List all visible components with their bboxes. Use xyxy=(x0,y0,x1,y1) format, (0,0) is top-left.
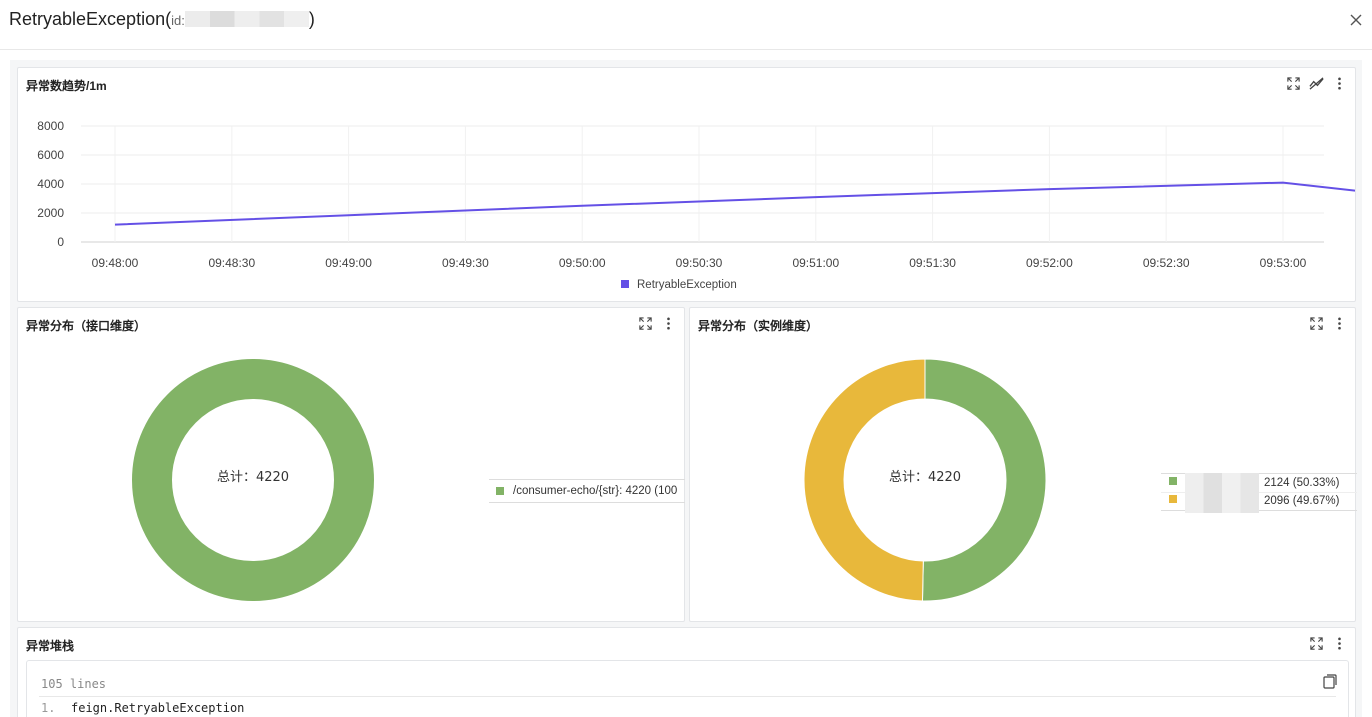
legend-table: /consumer-echo/{str}: 4220 (100 xyxy=(489,479,685,503)
expand-icon[interactable] xyxy=(1309,636,1324,651)
instance-donut-chart: 总计：4220 xyxy=(803,358,1047,602)
legend-swatch xyxy=(1169,495,1177,503)
x-tick-label: 09:50:00 xyxy=(559,256,606,270)
legend-table: 2124 (50.33%) 2096 (49.67%) xyxy=(1161,473,1357,513)
stack-trace-panel: 异常堆栈 105 lines 1. feign.RetryableExceptio… xyxy=(17,627,1356,717)
panel-title: 异常堆栈 xyxy=(26,639,75,653)
x-tick-label: 09:51:00 xyxy=(792,256,839,270)
legend-swatch xyxy=(1169,477,1177,485)
close-icon[interactable] xyxy=(1348,12,1364,28)
y-tick-label: 0 xyxy=(57,235,64,249)
interface-donut-chart: 总计：4220 xyxy=(132,359,374,601)
donut-total-label: 总计：4220 xyxy=(889,470,961,485)
x-tick-label: 09:48:00 xyxy=(92,256,139,270)
x-tick-label: 09:49:30 xyxy=(442,256,489,270)
line-count: 105 lines xyxy=(41,677,107,691)
copy-icon[interactable] xyxy=(1322,673,1338,689)
legend-label: RetryableException xyxy=(637,279,737,291)
legend-item[interactable]: /consumer-echo/{str}: 4220 (100 xyxy=(496,485,677,497)
x-tick-label: 09:53:00 xyxy=(1260,256,1307,270)
dialog-title: RetryableException(id:) xyxy=(9,9,315,29)
legend-swatch xyxy=(621,280,629,288)
x-tick-label: 09:51:30 xyxy=(909,256,956,270)
panel-toolbar xyxy=(1309,636,1347,651)
x-tick-label: 09:49:00 xyxy=(325,256,372,270)
legend-value: 2124 (50.33%) xyxy=(1264,477,1340,489)
id-label: id: xyxy=(171,13,185,28)
y-tick-label: 2000 xyxy=(37,206,64,220)
x-tick-label: 09:48:30 xyxy=(208,256,255,270)
series-line-retryableexception xyxy=(114,181,1355,226)
redacted-id xyxy=(184,11,309,27)
x-tick-label: 09:52:00 xyxy=(1026,256,1073,270)
legend-value: 2096 (49.67%) xyxy=(1264,495,1340,507)
line-number: 1. xyxy=(41,701,56,715)
y-tick-label: 8000 xyxy=(37,119,64,133)
y-tick-label: 6000 xyxy=(37,148,64,162)
stack-trace-code: 105 lines 1. feign.RetryableException xyxy=(26,660,1349,717)
exception-name: RetryableException xyxy=(9,9,166,29)
code-line: 1. feign.RetryableException xyxy=(41,701,244,715)
legend-item[interactable] xyxy=(1169,477,1186,485)
more-vertical-icon[interactable] xyxy=(1332,636,1347,651)
legend-label: /consumer-echo/{str}: 4220 (100 xyxy=(513,485,678,497)
x-tick-label: 09:52:30 xyxy=(1143,256,1190,270)
donut-total-label: 总计：4220 xyxy=(217,470,289,485)
instance-distribution-panel: 异常分布（实例维度） 总计：4220 2124 (50.33%) 2096 (4… xyxy=(689,307,1357,622)
interface-distribution-panel: 异常分布（接口维度） 总计：4220 /consumer-echo/{str}:… xyxy=(17,307,685,622)
redacted-instance-names xyxy=(1185,473,1259,513)
dashboard-content: 异常数趋势/1m 0 2000 4000 6000 8000 09:48:00 09:48… xyxy=(10,60,1362,717)
line-text: feign.RetryableException xyxy=(71,701,245,715)
y-tick-label: 4000 xyxy=(37,177,64,191)
trend-line-chart: 0 2000 4000 6000 8000 09:48:00 09:48:30 09:49:… xyxy=(37,119,1355,291)
legend-swatch xyxy=(496,487,504,495)
divider xyxy=(39,696,1336,697)
trend-panel: 异常数趋势/1m 0 2000 4000 6000 8000 09:48:00 09:48… xyxy=(17,67,1356,302)
x-tick-label: 09:50:30 xyxy=(676,256,723,270)
legend-item[interactable] xyxy=(1169,495,1186,503)
dialog-header: RetryableException(id:) xyxy=(0,0,1372,50)
